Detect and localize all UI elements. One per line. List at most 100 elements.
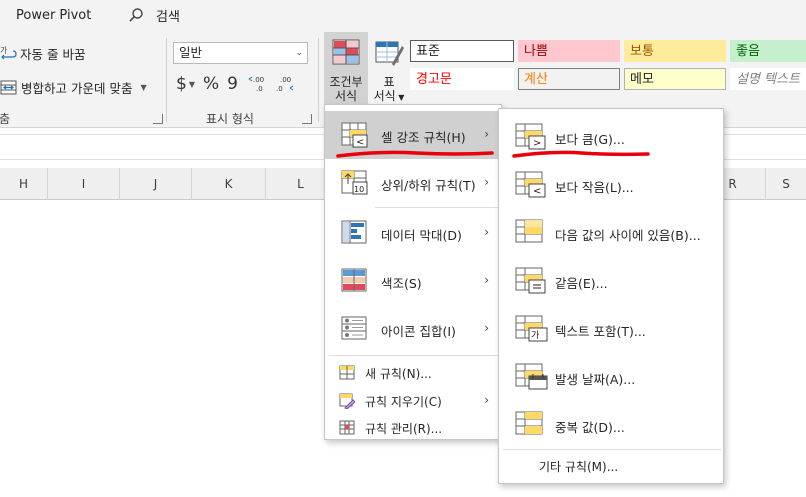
alignment-group-label: 맞춤 bbox=[0, 112, 11, 126]
format-as-table-label-line2: 서식 ▼ bbox=[373, 89, 405, 103]
menu-item-between[interactable]: 다음 값의 사이에 있음(B)... bbox=[499, 209, 723, 257]
wrap-text-icon: 가 bbox=[0, 46, 17, 59]
cell-style-neutral[interactable]: 보통 bbox=[624, 40, 726, 62]
menu-item-color-scales[interactable]: 색조(S) › bbox=[325, 257, 501, 305]
menu-item-text-contains[interactable]: 가 텍스트 포함(T)... bbox=[499, 305, 723, 353]
annotation-underline bbox=[336, 150, 494, 158]
chevron-right-icon: › bbox=[484, 175, 489, 189]
chevron-down-icon[interactable]: ▼ bbox=[140, 83, 146, 92]
group-separator bbox=[318, 38, 319, 122]
text-contains-icon: 가 bbox=[515, 315, 548, 342]
manage-rules-icon bbox=[339, 420, 355, 435]
column-header[interactable]: I bbox=[48, 168, 120, 200]
svg-text:.0: .0 bbox=[256, 85, 263, 93]
highlight-cells-rules-submenu: > 보다 큼(G)... < 보다 작음(L)... 다음 값의 사이에 있음(… bbox=[498, 108, 724, 484]
svg-text:가: 가 bbox=[0, 46, 8, 55]
color-scales-icon bbox=[341, 268, 367, 292]
menu-item-label: 규칙 지우기(C) bbox=[365, 395, 442, 409]
menu-item-top-bottom-rules[interactable]: 10 상위/하위 규칙(T) › bbox=[325, 159, 501, 207]
cell-style-warning-text[interactable]: 경고문 bbox=[410, 68, 514, 90]
merge-center-icon bbox=[0, 80, 17, 94]
svg-text:.00: .00 bbox=[280, 76, 291, 84]
svg-text:<: < bbox=[356, 137, 364, 148]
merge-center-button[interactable]: 병합하고 가운데 맞춤 ▼ bbox=[0, 78, 151, 97]
conditional-formatting-label-line2: 서식 bbox=[334, 89, 358, 103]
decrease-decimal-icon[interactable]: .00 .0 bbox=[272, 75, 294, 93]
chevron-right-icon: › bbox=[484, 393, 489, 407]
menu-item-clear-rules[interactable]: 규칙 지우기(C) › bbox=[325, 387, 501, 415]
cell-style-normal[interactable]: 표준 bbox=[410, 40, 514, 62]
clear-rules-icon bbox=[339, 393, 355, 409]
menu-item-label: 같음(E)... bbox=[555, 276, 608, 291]
group-separator bbox=[166, 38, 167, 122]
cell-style-good[interactable]: 좋음 bbox=[730, 40, 806, 62]
search-icon[interactable] bbox=[128, 7, 144, 23]
svg-text:.0: .0 bbox=[276, 85, 283, 93]
menu-item-more-rules[interactable]: 기타 규칙(M)... bbox=[499, 451, 723, 481]
alignment-dialog-launcher[interactable] bbox=[153, 114, 163, 124]
number-format-value: 일반 bbox=[179, 45, 203, 60]
menu-item-icon-sets[interactable]: 아이콘 집합(I) › bbox=[325, 305, 501, 353]
conditional-formatting-icon bbox=[332, 39, 360, 65]
cell-style-note[interactable]: 메모 bbox=[624, 68, 726, 90]
chevron-down-icon[interactable]: ▼ bbox=[189, 80, 195, 89]
svg-text:<: < bbox=[533, 186, 541, 197]
menu-item-new-rule[interactable]: 새 규칙(N)... bbox=[325, 359, 501, 387]
menu-separator bbox=[329, 355, 499, 356]
less-than-icon: < bbox=[515, 171, 546, 198]
menu-item-less-than[interactable]: < 보다 작음(L)... bbox=[499, 161, 723, 209]
menu-item-label: 색조(S) bbox=[381, 276, 422, 291]
percent-button[interactable]: % bbox=[203, 74, 219, 94]
svg-text:가: 가 bbox=[531, 330, 539, 341]
equal-to-icon bbox=[515, 267, 546, 294]
comma-style-button[interactable]: 9 bbox=[227, 74, 238, 94]
greater-than-icon: > bbox=[515, 123, 546, 150]
menu-item-equal-to[interactable]: 같음(E)... bbox=[499, 257, 723, 305]
svg-text:10: 10 bbox=[354, 185, 364, 194]
menu-item-data-bars[interactable]: 데이터 막대(D) › bbox=[325, 209, 501, 257]
chevron-right-icon: › bbox=[484, 127, 489, 141]
number-format-select[interactable]: 일반 ⌄ bbox=[173, 42, 308, 64]
menu-item-label: 아이콘 집합(I) bbox=[381, 324, 456, 339]
menu-item-date-occurring[interactable]: 발생 날짜(A)... bbox=[499, 353, 723, 401]
between-icon bbox=[515, 219, 543, 243]
menu-item-label: 규칙 관리(R)... bbox=[365, 422, 443, 436]
number-dialog-launcher[interactable] bbox=[302, 114, 312, 124]
menu-item-label: 상위/하위 규칙(T) bbox=[381, 178, 476, 193]
wrap-text-button[interactable]: 가 자동 줄 바꿈 bbox=[0, 44, 85, 63]
menu-item-label: 중복 값(D)... bbox=[555, 420, 625, 435]
menu-item-label: 셀 강조 규칙(H) bbox=[381, 130, 466, 145]
duplicate-values-icon bbox=[515, 411, 543, 435]
icon-sets-icon bbox=[341, 316, 367, 340]
menu-item-label: 다음 값의 사이에 있음(B)... bbox=[555, 228, 701, 243]
menu-item-label: 데이터 막대(D) bbox=[381, 228, 462, 243]
menu-item-label: 새 규칙(N)... bbox=[365, 367, 432, 381]
chevron-down-icon: ⌄ bbox=[295, 48, 303, 58]
currency-button[interactable]: $ bbox=[176, 74, 187, 94]
tab-power-pivot[interactable]: Power Pivot bbox=[16, 8, 91, 23]
search-box[interactable]: 검색 bbox=[156, 6, 180, 25]
column-header[interactable]: K bbox=[192, 168, 266, 200]
cell-style-calculation[interactable]: 계산 bbox=[518, 68, 620, 90]
chevron-right-icon: › bbox=[484, 321, 489, 335]
column-header[interactable]: H bbox=[0, 168, 48, 200]
top-bottom-rules-icon: 10 bbox=[341, 170, 368, 195]
data-bars-icon bbox=[341, 220, 367, 244]
column-header[interactable]: J bbox=[120, 168, 192, 200]
format-as-table-icon bbox=[375, 41, 404, 66]
svg-text:.00: .00 bbox=[253, 76, 264, 84]
wrap-text-label: 자동 줄 바꿈 bbox=[20, 47, 86, 62]
menu-separator bbox=[375, 207, 501, 208]
cell-style-bad[interactable]: 나쁨 bbox=[518, 40, 620, 62]
column-header[interactable]: S bbox=[766, 168, 806, 200]
chevron-right-icon: › bbox=[484, 225, 489, 239]
menu-item-label: 발생 날짜(A)... bbox=[555, 372, 636, 387]
menu-item-label: 보다 큼(G)... bbox=[555, 132, 625, 147]
menu-item-label: 기타 규칙(M)... bbox=[539, 460, 619, 474]
cell-style-explanatory-text[interactable]: 설명 텍스트 bbox=[730, 68, 806, 90]
increase-decimal-icon[interactable]: .00 .0 bbox=[248, 75, 270, 93]
menu-item-manage-rules[interactable]: 규칙 관리(R)... bbox=[325, 415, 501, 441]
number-format-buttons: $ ▼ % 9 .00 .0 .00 .0 bbox=[176, 74, 294, 94]
menu-item-duplicate-values[interactable]: 중복 값(D)... bbox=[499, 401, 723, 449]
menu-item-label: 보다 작음(L)... bbox=[555, 180, 634, 195]
